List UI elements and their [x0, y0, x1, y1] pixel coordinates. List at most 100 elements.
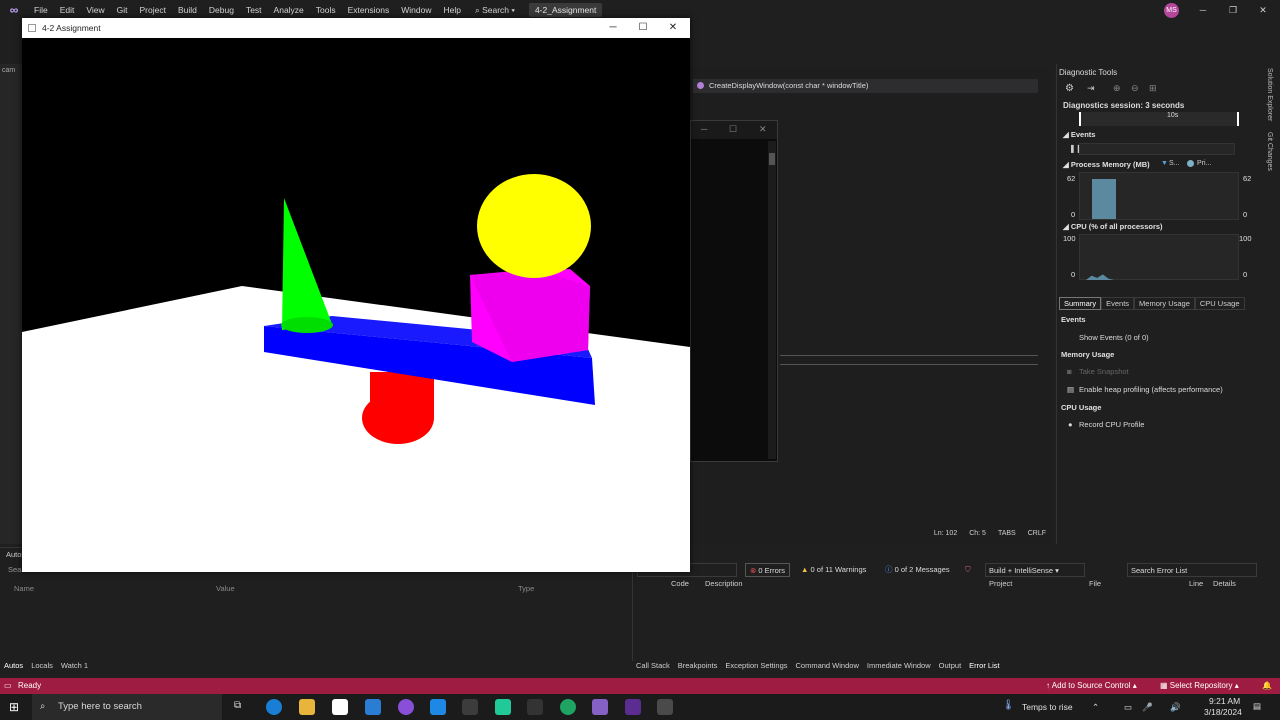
network-icon[interactable]: ▭ [1124, 702, 1132, 713]
app-maximize-icon[interactable]: ☐ [628, 18, 658, 38]
app-minimize-icon[interactable]: ─ [598, 18, 628, 38]
weather-text[interactable]: Temps to rise [1022, 702, 1073, 712]
menu-project[interactable]: Project [134, 0, 172, 20]
console-minimize-icon[interactable]: ─ [701, 124, 707, 134]
tab-autos[interactable]: Autos [4, 661, 23, 670]
export-icon[interactable]: ⇥ [1087, 83, 1095, 94]
column-type[interactable]: Type [518, 584, 534, 593]
tab-call-stack[interactable]: Call Stack [636, 661, 670, 670]
file-explorer-icon[interactable] [299, 699, 315, 715]
terminal-icon[interactable] [527, 699, 543, 715]
show-events-link[interactable]: Show Events (0 of 0) [1079, 333, 1149, 342]
editor-function-nav[interactable]: CreateDisplayWindow(const char * windowT… [693, 79, 1038, 93]
tab-output[interactable]: Output [939, 661, 962, 670]
mail-icon[interactable] [365, 699, 381, 715]
menu-build[interactable]: Build [172, 0, 203, 20]
git-changes-tab[interactable]: Git Changes [1266, 132, 1273, 171]
clock-time[interactable]: 9:21 AM [1209, 696, 1240, 706]
clock-date[interactable]: 3/18/2024 [1204, 707, 1242, 717]
store-icon[interactable] [332, 699, 348, 715]
menu-git[interactable]: Git [111, 0, 134, 20]
menu-edit[interactable]: Edit [54, 0, 81, 20]
settings-gear-icon[interactable]: ⚙ [1065, 83, 1074, 94]
menu-help[interactable]: Help [437, 0, 466, 20]
running-app-icon[interactable] [657, 699, 673, 715]
zoom-in-icon[interactable]: ⊕ [1113, 83, 1121, 94]
menu-test[interactable]: Test [240, 0, 268, 20]
warnings-filter-button[interactable]: ▲ 0 of 11 Warnings [801, 563, 866, 577]
3d-render-viewport[interactable] [22, 38, 690, 572]
tab-events[interactable]: Events [1101, 297, 1135, 310]
console-close-icon[interactable]: ✕ [759, 124, 767, 135]
tab-command-window[interactable]: Command Window [796, 661, 859, 670]
debug-console-icon[interactable] [625, 699, 641, 715]
heap-profiling-toggle[interactable]: Enable heap profiling (affects performan… [1079, 385, 1223, 394]
indent-mode[interactable]: TABS [998, 530, 1016, 542]
volume-icon[interactable]: 🔊 [1170, 702, 1181, 713]
avatar[interactable]: MS [1164, 3, 1179, 18]
tab-immediate-window[interactable]: Immediate Window [867, 661, 931, 670]
line-endings[interactable]: CRLF [1028, 530, 1046, 542]
console-maximize-icon[interactable]: ☐ [729, 124, 737, 135]
menu-debug[interactable]: Debug [203, 0, 240, 20]
messages-filter-button[interactable]: ⓘ 0 of 2 Messages [885, 563, 950, 577]
timeline-ruler[interactable] [1079, 112, 1239, 126]
line-number[interactable]: Ln: 102 [934, 530, 957, 542]
tray-chevron-icon[interactable]: ⌃ [1092, 702, 1099, 713]
tab-error-list[interactable]: Error List [969, 661, 999, 670]
restore-icon[interactable]: ❐ [1218, 0, 1248, 20]
opengl-app-window[interactable]: 4-2 Assignment ─ ☐ ✕ [22, 18, 690, 572]
column-file[interactable]: File [1089, 579, 1101, 588]
column-details[interactable]: Details [1213, 579, 1236, 588]
menu-file[interactable]: File [28, 0, 54, 20]
close-icon[interactable]: ✕ [1248, 0, 1278, 20]
tab-cpu-usage[interactable]: CPU Usage [1194, 297, 1245, 310]
zoom-out-icon[interactable]: ⊖ [1131, 83, 1139, 94]
task-view-icon[interactable]: ⧉ [234, 700, 241, 711]
column-project[interactable]: Project [989, 579, 1012, 588]
calculator-icon[interactable] [462, 699, 478, 715]
tab-locals[interactable]: Locals [31, 661, 53, 670]
edge-icon[interactable] [266, 699, 282, 715]
tab-memory-usage[interactable]: Memory Usage [1134, 297, 1195, 310]
notification-center-icon[interactable]: ▤ [1253, 701, 1261, 712]
windows-start-icon[interactable]: ⊞ [9, 700, 19, 714]
editor-horizontal-scrollbar[interactable] [780, 355, 1038, 365]
paint-icon[interactable] [430, 699, 446, 715]
notifications-icon[interactable]: 🔔 [1262, 678, 1272, 694]
column-description[interactable]: Description [705, 579, 743, 588]
menu-extensions[interactable]: Extensions [342, 0, 396, 20]
microphone-icon[interactable]: 🎤 [1142, 702, 1153, 713]
tab-breakpoints[interactable]: Breakpoints [678, 661, 718, 670]
error-search-input[interactable]: Search Error List [1127, 563, 1257, 577]
menu-view[interactable]: View [80, 0, 110, 20]
search-menu[interactable]: ⌕ Search ▾ [467, 5, 523, 16]
console-scrollbar[interactable] [768, 141, 776, 459]
tab-summary[interactable]: Summary [1059, 297, 1102, 310]
tab-exception-settings[interactable]: Exception Settings [725, 661, 787, 670]
tab-watch-1[interactable]: Watch 1 [61, 661, 88, 670]
take-snapshot-button[interactable]: Take Snapshot [1079, 367, 1129, 376]
menu-analyze[interactable]: Analyze [268, 0, 310, 20]
build-filter-dropdown[interactable]: Build + IntelliSense ▾ [985, 563, 1085, 577]
taskbar-search-input[interactable]: ⌕ Type here to search [32, 694, 222, 720]
menu-window[interactable]: Window [395, 0, 437, 20]
menu-tools[interactable]: Tools [310, 0, 342, 20]
column-code[interactable]: Code [671, 579, 689, 588]
app-close-icon[interactable]: ✕ [658, 18, 688, 38]
record-cpu-profile-button[interactable]: Record CPU Profile [1079, 420, 1144, 429]
solution-explorer-tab[interactable]: Solution Explorer [1266, 68, 1273, 121]
source-control-button[interactable]: ↑ Add to Source Control ▴ [1046, 678, 1137, 694]
console-scroll-thumb[interactable] [769, 153, 775, 165]
visual-studio-icon[interactable] [592, 699, 608, 715]
column-line[interactable]: Line [1189, 579, 1203, 588]
app-titlebar[interactable]: 4-2 Assignment ─ ☐ ✕ [22, 18, 690, 38]
app-icon[interactable] [398, 699, 414, 715]
project-name-badge[interactable]: 4-2_Assignment [528, 3, 603, 17]
minimize-icon[interactable]: ─ [1188, 0, 1218, 20]
browser-icon[interactable] [560, 699, 576, 715]
reset-zoom-icon[interactable]: ⊞ [1149, 83, 1157, 94]
column-value[interactable]: Value [216, 584, 235, 593]
chat-icon[interactable] [495, 699, 511, 715]
console-window[interactable]: ─ ☐ ✕ [690, 120, 778, 462]
